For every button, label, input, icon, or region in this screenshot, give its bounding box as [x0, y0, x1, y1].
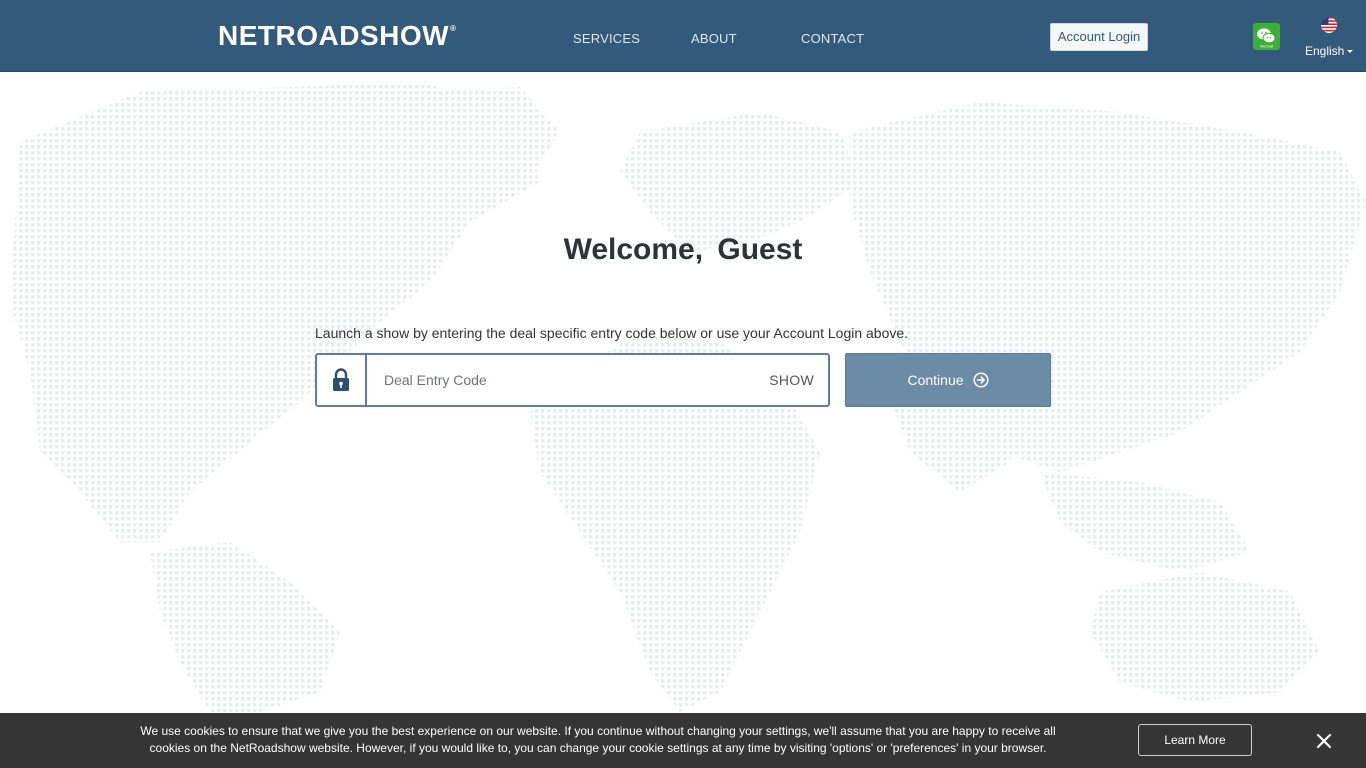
nav-about[interactable]: ABOUT: [691, 31, 737, 46]
lock-icon: [317, 355, 367, 405]
close-icon[interactable]: [1316, 733, 1332, 749]
deal-entry-group: SHOW: [315, 353, 830, 407]
language-selector[interactable]: English: [1305, 44, 1354, 58]
show-code-toggle[interactable]: SHOW: [769, 372, 814, 388]
registered-mark: ®: [450, 24, 457, 33]
logo-text: NETROADSHOW: [218, 20, 450, 51]
deal-entry-code-input[interactable]: [369, 355, 749, 405]
learn-more-button[interactable]: Learn More: [1138, 724, 1252, 756]
netroadshow-logo[interactable]: NETROADSHOW®: [218, 20, 456, 52]
arrow-circle-right-icon: [972, 372, 989, 388]
nav-services[interactable]: SERVICES: [573, 31, 640, 46]
continue-label: Continue: [907, 372, 964, 388]
welcome-heading: Welcome, Guest: [563, 233, 803, 266]
instructions-text: Launch a show by entering the deal speci…: [315, 325, 909, 341]
cookie-banner: We use cookies to ensure that we give yo…: [0, 713, 1366, 768]
account-login-button[interactable]: Account Login: [1050, 23, 1148, 51]
caret-down-icon: [1347, 50, 1354, 54]
language-label: English: [1305, 44, 1345, 58]
wechat-icon[interactable]: WeChat: [1253, 23, 1280, 50]
wechat-label: WeChat: [1260, 45, 1273, 49]
nav-contact[interactable]: CONTACT: [801, 31, 864, 46]
us-flag-icon[interactable]: [1321, 17, 1337, 33]
cookie-message: We use cookies to ensure that we give yo…: [130, 723, 1066, 757]
top-navbar: NETROADSHOW® SERVICES ABOUT CONTACT Acco…: [0, 0, 1366, 72]
cookie-line-2: cookies on the NetRoadshow website. Howe…: [149, 741, 1047, 755]
continue-button[interactable]: Continue: [845, 353, 1051, 407]
cookie-line-1: We use cookies to ensure that we give yo…: [140, 724, 1056, 738]
